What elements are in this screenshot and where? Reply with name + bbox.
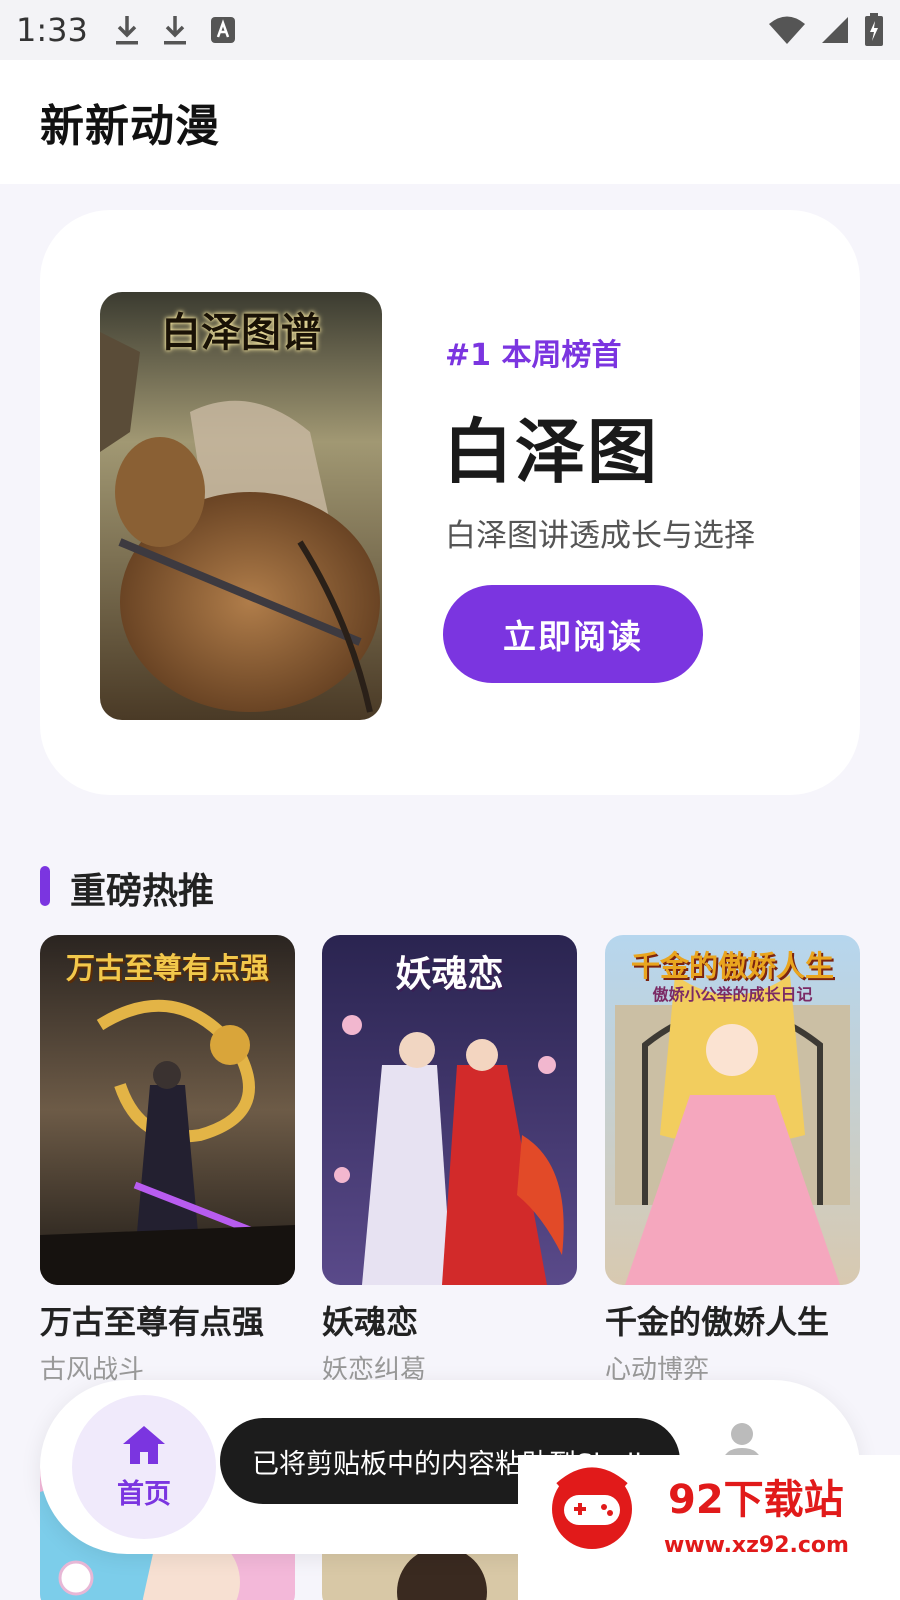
watermark: 92下载站 www.xz92.com [518, 1455, 900, 1600]
watermark-title: 92下载站 [668, 1477, 844, 1523]
featured-cover[interactable]: 白泽图谱 [100, 292, 382, 720]
comic-cover[interactable]: 妖魂恋 [322, 935, 577, 1285]
comic-card[interactable]: 千金的傲娇人生 傲娇小公举的成长日记 千金的傲娇人生 心动博弈 [605, 935, 860, 1386]
featured-title: 白泽图 [443, 411, 659, 493]
download-icon [116, 16, 138, 45]
status-bar: 1:33 [0, 0, 900, 60]
battery-icon [865, 13, 883, 46]
featured-description: 白泽图讲透成长与选择 [445, 518, 755, 554]
watermark-url: www.xz92.com [664, 1533, 849, 1558]
nav-home[interactable]: 首页 [72, 1395, 216, 1539]
section-title: 重磅热推 [70, 871, 215, 912]
comic-title[interactable]: 万古至尊有点强 [40, 1297, 295, 1343]
gamepad-logo-icon [552, 1467, 632, 1549]
read-now-button[interactable]: 立即阅读 [443, 585, 703, 683]
comic-cover-title: 妖魂恋 [395, 953, 504, 995]
comic-card[interactable]: 万古至尊有点强 万古至尊有点强 古风战斗 [40, 935, 295, 1386]
comic-cover-subtitle: 傲娇小公举的成长日记 [652, 985, 813, 1004]
comic-title[interactable]: 妖魂恋 [322, 1297, 577, 1343]
comic-cover-title: 万古至尊有点强 [65, 951, 269, 985]
home-icon [123, 1425, 165, 1464]
nav-home-label: 首页 [117, 1478, 171, 1510]
comic-cover[interactable]: 万古至尊有点强 [40, 935, 295, 1285]
section-accent-bar [40, 866, 50, 906]
app-bar: 新新动漫 [0, 60, 900, 184]
accessibility-icon [211, 17, 235, 43]
signal-icon [822, 17, 848, 43]
app-title: 新新动漫 [40, 101, 220, 152]
status-time: 1:33 [16, 11, 88, 49]
download-icon [164, 16, 186, 45]
rank-badge: #1 本周榜首 [445, 338, 622, 373]
wifi-icon [769, 16, 805, 44]
featured-card[interactable]: 白泽图谱 #1 本周榜首 白泽图 白泽图讲透成长与选择 立即阅读 [40, 210, 860, 795]
comic-card[interactable]: 妖魂恋 妖魂恋 妖恋纠葛 [322, 935, 577, 1386]
comic-title[interactable]: 千金的傲娇人生 [605, 1297, 860, 1343]
featured-cover-title: 白泽图谱 [161, 309, 321, 356]
comic-cover-title: 千金的傲娇人生 [630, 949, 834, 983]
comic-cover[interactable]: 千金的傲娇人生 傲娇小公举的成长日记 [605, 935, 860, 1285]
